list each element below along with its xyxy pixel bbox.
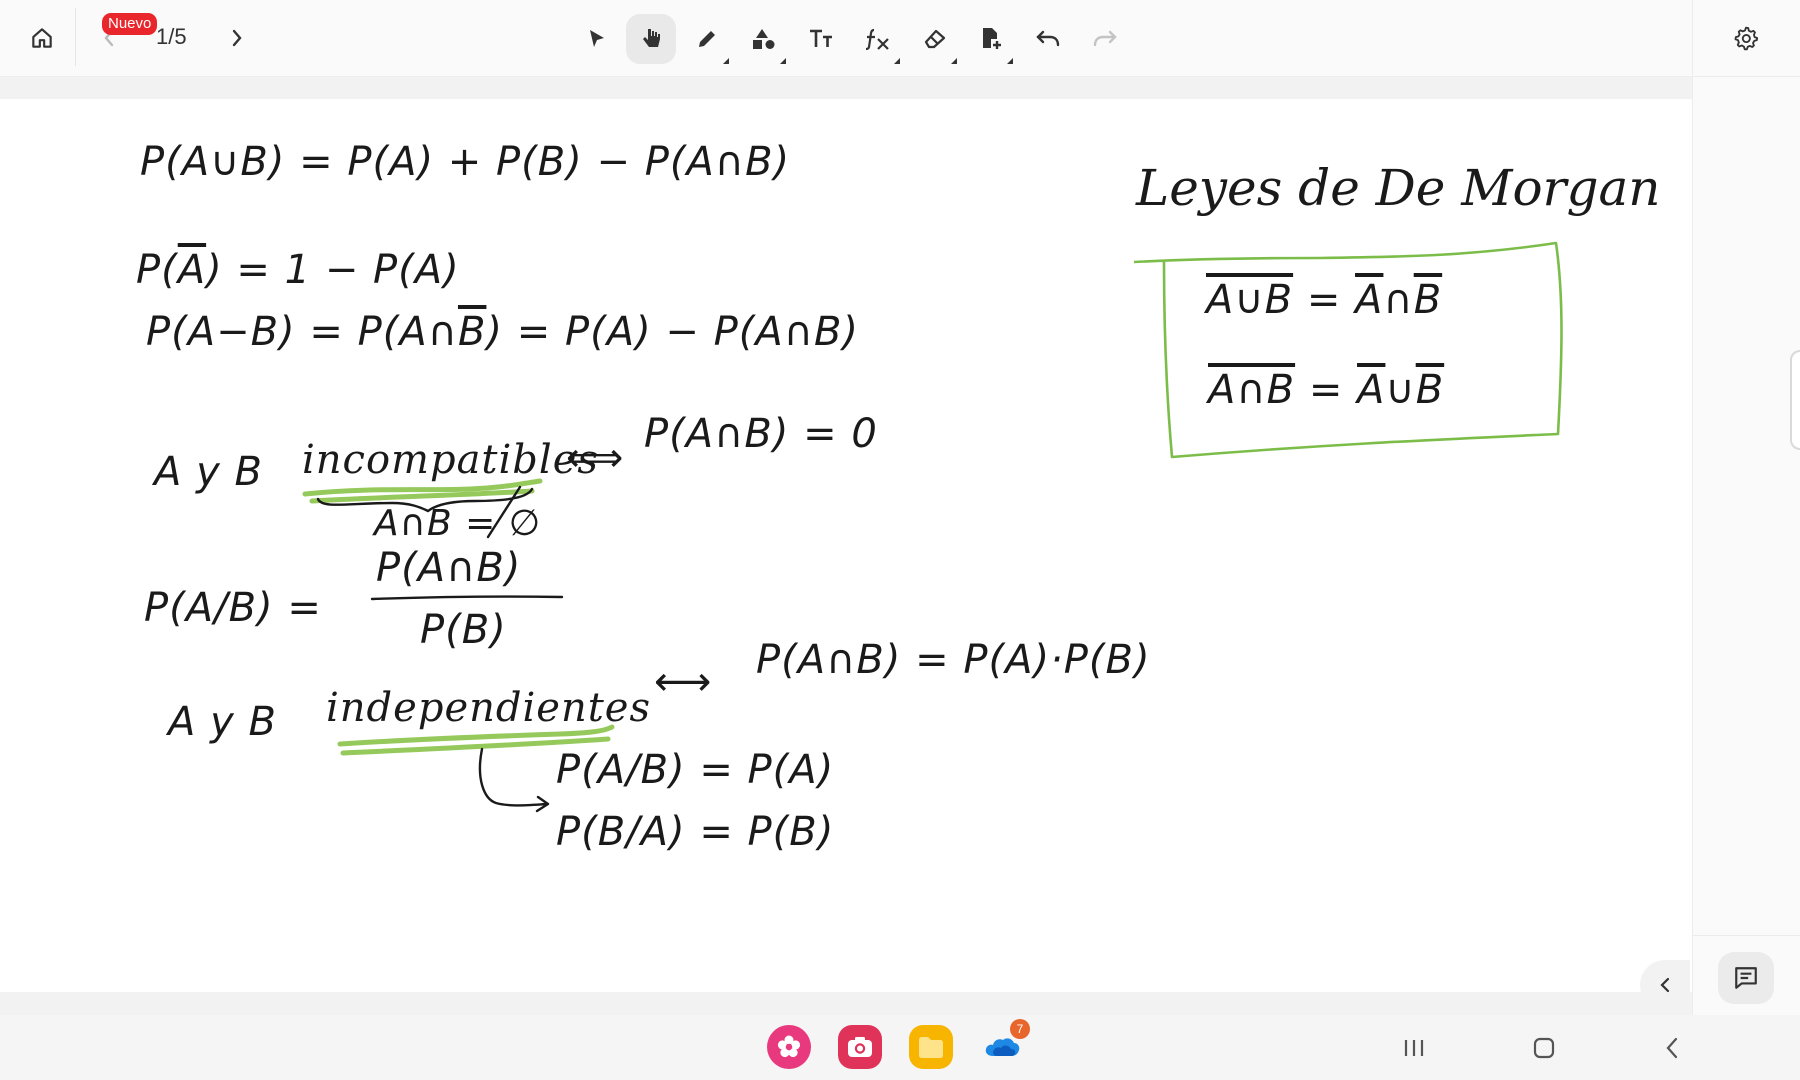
formula-complement-a: A <box>177 247 207 293</box>
morgan-law-1-op: ∩ <box>1383 277 1414 323</box>
morgan-law-1-lhs: A∪B <box>1206 277 1294 323</box>
formula-difference-b: B <box>457 309 487 355</box>
hand-tool-icon[interactable] <box>626 14 676 64</box>
incompat-prefix: A y B <box>154 449 263 495</box>
camera-app-icon[interactable] <box>838 1025 882 1069</box>
collapse-panel-button[interactable] <box>1640 960 1690 1010</box>
comment-icon <box>1735 967 1757 989</box>
ink-annotations <box>302 241 1563 813</box>
scroll-handle[interactable] <box>1790 350 1800 450</box>
formula-complement-lhs: P( <box>136 247 178 293</box>
back-nav-icon[interactable] <box>1652 1031 1692 1065</box>
formula-complement-rhs: ) = 1 − P(A) <box>206 247 460 293</box>
comments-button[interactable] <box>1718 952 1774 1004</box>
chevron-right-icon[interactable] <box>226 22 248 54</box>
formula-union: P(A∪B) = P(A) + P(B) − P(A∩B) <box>140 139 791 185</box>
blossom-app-icon[interactable] <box>767 1025 811 1069</box>
indep-arrow: ⟷ <box>654 659 713 705</box>
morgan-law-2-b: B <box>1415 367 1445 413</box>
implication-arrow <box>478 747 550 813</box>
gear-icon[interactable] <box>1724 18 1768 58</box>
indep-condition-1: P(A/B) = P(A) <box>556 747 835 793</box>
incompat-result: P(A∩B) = 0 <box>644 411 878 457</box>
morgan-law-1: A∪B = A∩B <box>1206 277 1442 323</box>
formula-difference: P(A−B) = P(A∩B) = P(A) − P(A∩B) <box>146 309 859 355</box>
top-toolbar: 1/5 Nuevo <box>0 0 1692 77</box>
indep-word: independientes <box>326 685 651 731</box>
conditional-denominator: P(B) <box>420 607 507 653</box>
home-icon[interactable] <box>20 18 64 58</box>
undo-icon[interactable] <box>1023 14 1073 64</box>
home-nav-icon[interactable] <box>1524 1031 1564 1065</box>
morgan-law-2: A∩B = A∪B <box>1208 367 1444 413</box>
indep-result: P(A∩B) = P(A)·P(B) <box>756 637 1151 683</box>
morgan-law-1-eq: = <box>1306 277 1342 323</box>
eraser-tool-icon[interactable] <box>910 14 960 64</box>
page-indicator: 1/5 <box>156 24 187 49</box>
onedrive-app-icon[interactable]: 7 <box>980 1019 1030 1069</box>
morgan-law-2-op: ∪ <box>1385 367 1416 413</box>
formula-tool-icon[interactable] <box>853 14 903 64</box>
pen-tool-icon[interactable] <box>682 14 732 64</box>
sidebar-divider <box>1693 935 1800 936</box>
recent-apps-icon[interactable] <box>1394 1031 1434 1065</box>
right-sidebar <box>1692 0 1800 1015</box>
conditional-lhs: P(A/B) = <box>144 585 322 631</box>
chevron-left-icon <box>1660 977 1670 993</box>
morgan-law-1-a: A <box>1355 277 1384 323</box>
onedrive-notification-badge: 7 <box>1010 1019 1030 1039</box>
text-tool-icon[interactable] <box>796 14 846 64</box>
incompat-word: incompatibles <box>302 437 599 483</box>
indep-prefix: A y B <box>168 699 277 745</box>
morgan-box <box>1133 241 1563 459</box>
note-canvas[interactable]: P(A∪B) = P(A) + P(B) − P(A∩B) P(A) = 1 −… <box>0 99 1692 992</box>
formula-complement: P(A) = 1 − P(A) <box>136 247 460 293</box>
incompat-note: A∩B = ∅ <box>374 503 542 544</box>
morgan-law-1-b: B <box>1413 277 1443 323</box>
files-app-icon[interactable] <box>909 1025 953 1069</box>
morgan-title: Leyes de De Morgan <box>1136 159 1661 217</box>
morgan-law-2-a: A <box>1357 367 1386 413</box>
morgan-law-2-lhs: A∩B <box>1208 367 1296 413</box>
formula-difference-part2: ) = P(A) − P(A∩B) <box>486 309 860 355</box>
shapes-tool-icon[interactable] <box>739 14 789 64</box>
new-badge: Nuevo <box>102 13 158 35</box>
canvas-top-margin <box>0 77 1692 99</box>
formula-difference-part1: P(A−B) = P(A∩ <box>146 309 458 355</box>
sidebar-divider <box>1693 76 1800 77</box>
redo-icon[interactable] <box>1080 14 1130 64</box>
canvas-bottom-margin <box>0 992 1692 1015</box>
add-page-icon[interactable] <box>966 14 1016 64</box>
highlight-incompatibles <box>302 478 543 504</box>
morgan-law-2-eq: = <box>1308 367 1344 413</box>
conditional-numerator: P(A∩B) <box>376 545 522 591</box>
fraction-line <box>370 595 564 601</box>
select-tool-icon[interactable] <box>572 14 622 64</box>
indep-condition-2: P(B/A) = P(B) <box>556 809 835 855</box>
toolbar-divider <box>75 8 76 66</box>
incompat-arrow: ⟺ <box>566 435 625 481</box>
